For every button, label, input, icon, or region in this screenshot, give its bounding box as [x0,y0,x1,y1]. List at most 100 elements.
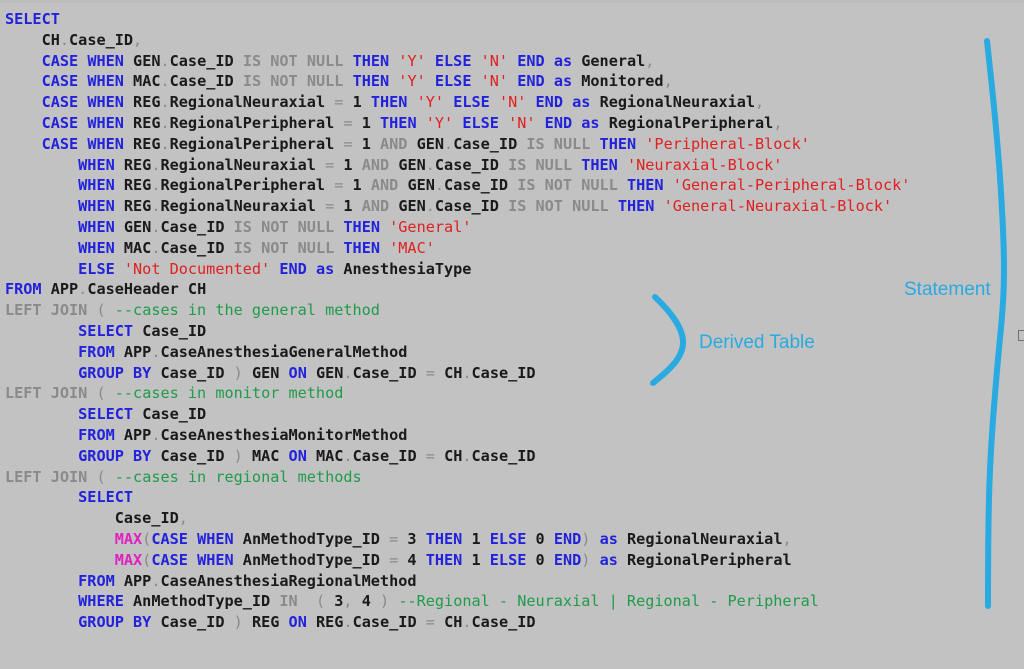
code-token-op [353,592,362,610]
code-token-op [279,364,288,382]
code-token-id: CH [187,280,207,299]
code-token-kw: WHERE [78,592,124,611]
code-token-op [417,613,426,631]
code-token-num: 1 [343,197,353,216]
code-token-op [5,31,42,49]
code-token-op [380,218,389,236]
code-token-kw: CASE [151,529,188,548]
code-token-id: RegionalPeripheral [608,113,774,132]
code-token-kw: THEN [352,51,390,70]
code-token-id: Case_ID [352,446,417,465]
code-token-op: . [462,613,472,632]
code-token-id: MAC [123,238,152,257]
code-token-op [353,135,362,153]
code-token-kw: WHEN [78,176,115,195]
code-token-kw: GROUP BY [78,613,152,632]
code-token-op [234,72,243,90]
code-token-kw: END [517,51,545,70]
code-token-op [133,322,142,340]
code-token-kw: SELECT [78,405,134,424]
code-token-op [106,468,115,486]
code-token-op [5,93,42,111]
code-token-op [508,176,517,194]
sql-query-screenshot: SELECT CH. Case_ID, CASE WHEN GEN. Case_ID… [0,0,1024,669]
code-token-id: REG [251,613,280,632]
code-token-op [572,52,581,70]
code-token-op [5,218,78,236]
code-token-str: 'N' [508,113,536,132]
code-token-id: RegionalNeuraxial [160,197,316,216]
code-token-op: = [425,613,435,632]
code-token-kw: THEN [626,176,664,195]
code-token-op: , [755,93,765,112]
code-token-op: ( [315,592,326,611]
code-token-kw: CASE [41,113,79,132]
code-token-op [224,364,233,382]
code-token-op [78,72,87,90]
code-token-id: REG [123,197,152,216]
code-token-op [380,239,389,257]
code-token-op [362,176,371,194]
code-token-op [590,551,599,569]
sql-code-block[interactable]: SELECT CH. Case_ID, CASE WHEN GEN. Case_ID… [0,9,1024,633]
code-token-kw: END [279,259,307,278]
code-token-id: RegionalPeripheral [160,176,326,195]
code-token-id: REG [123,155,152,174]
code-token-kwd: IS NULL [508,155,573,174]
code-token-op [526,551,535,569]
code-token-op: = [389,529,399,548]
code-token-op [42,280,51,298]
code-token-op [243,447,252,465]
code-token-op [417,447,426,465]
code-token-op [371,592,380,610]
code-token-op [371,135,380,153]
code-token-op: . [462,363,472,382]
code-line: CASE WHEN REG.RegionalPeripheral = 1 AND… [0,134,1024,155]
code-token-op [654,197,663,215]
code-token-op [115,176,124,194]
code-token-op [499,114,508,132]
code-token-kw: CASE [41,134,79,153]
code-line: WHEN REG.RegionalPeripheral = 1 AND GEN.… [0,175,1024,196]
code-token-op: , [343,592,353,611]
code-token-str: 'Peripheral-Block' [645,134,810,153]
code-token-op [426,72,435,90]
annotation-label-derived-table: Derived Table [699,332,815,353]
code-token-id: CaseAnesthesiaRegionalMethod [160,571,417,590]
code-token-kwd: IS NULL [526,134,591,153]
code-token-str: 'Y' [398,72,426,91]
code-token-op [5,551,115,569]
code-token-op [188,530,197,548]
code-token-op [353,197,362,215]
code-token-op [5,156,78,174]
code-token-id: CaseAnesthesiaMonitorMethod [160,425,408,444]
code-token-str: 'N' [498,93,527,112]
code-token-id: Case_ID [169,72,234,91]
code-token-op [133,405,142,423]
code-token-id: GEN [398,155,426,174]
code-token-id: Case_ID [142,405,207,424]
code-token-op: . [78,280,88,299]
code-token-op [526,93,535,111]
code-token-op: , [645,51,655,70]
code-token-str: 'General-Neuraxial-Block' [663,197,893,216]
code-token-op [536,114,545,132]
code-token-op [636,135,645,153]
code-token-str: 'Not Documented' [123,259,271,278]
code-line: FROM APP.CaseAnesthesiaGeneralMethod [0,342,1024,363]
code-token-op [526,530,535,548]
code-token-str: 'Y' [425,113,454,132]
code-token-op [572,114,581,132]
code-token-id: Case_ID [444,176,509,195]
code-token-op [481,551,490,569]
code-token-op [124,592,133,610]
code-token-kw: END [553,550,582,569]
code-token-id: Case_ID [434,155,499,174]
code-token-id: RegionalNeuraxial [160,155,316,174]
code-token-num: 0 [535,550,545,569]
code-token-op [5,592,78,610]
code-token-op [5,52,42,70]
code-token-id: REG [316,613,344,632]
code-token-op: = [425,446,435,465]
code-token-op [5,530,115,548]
